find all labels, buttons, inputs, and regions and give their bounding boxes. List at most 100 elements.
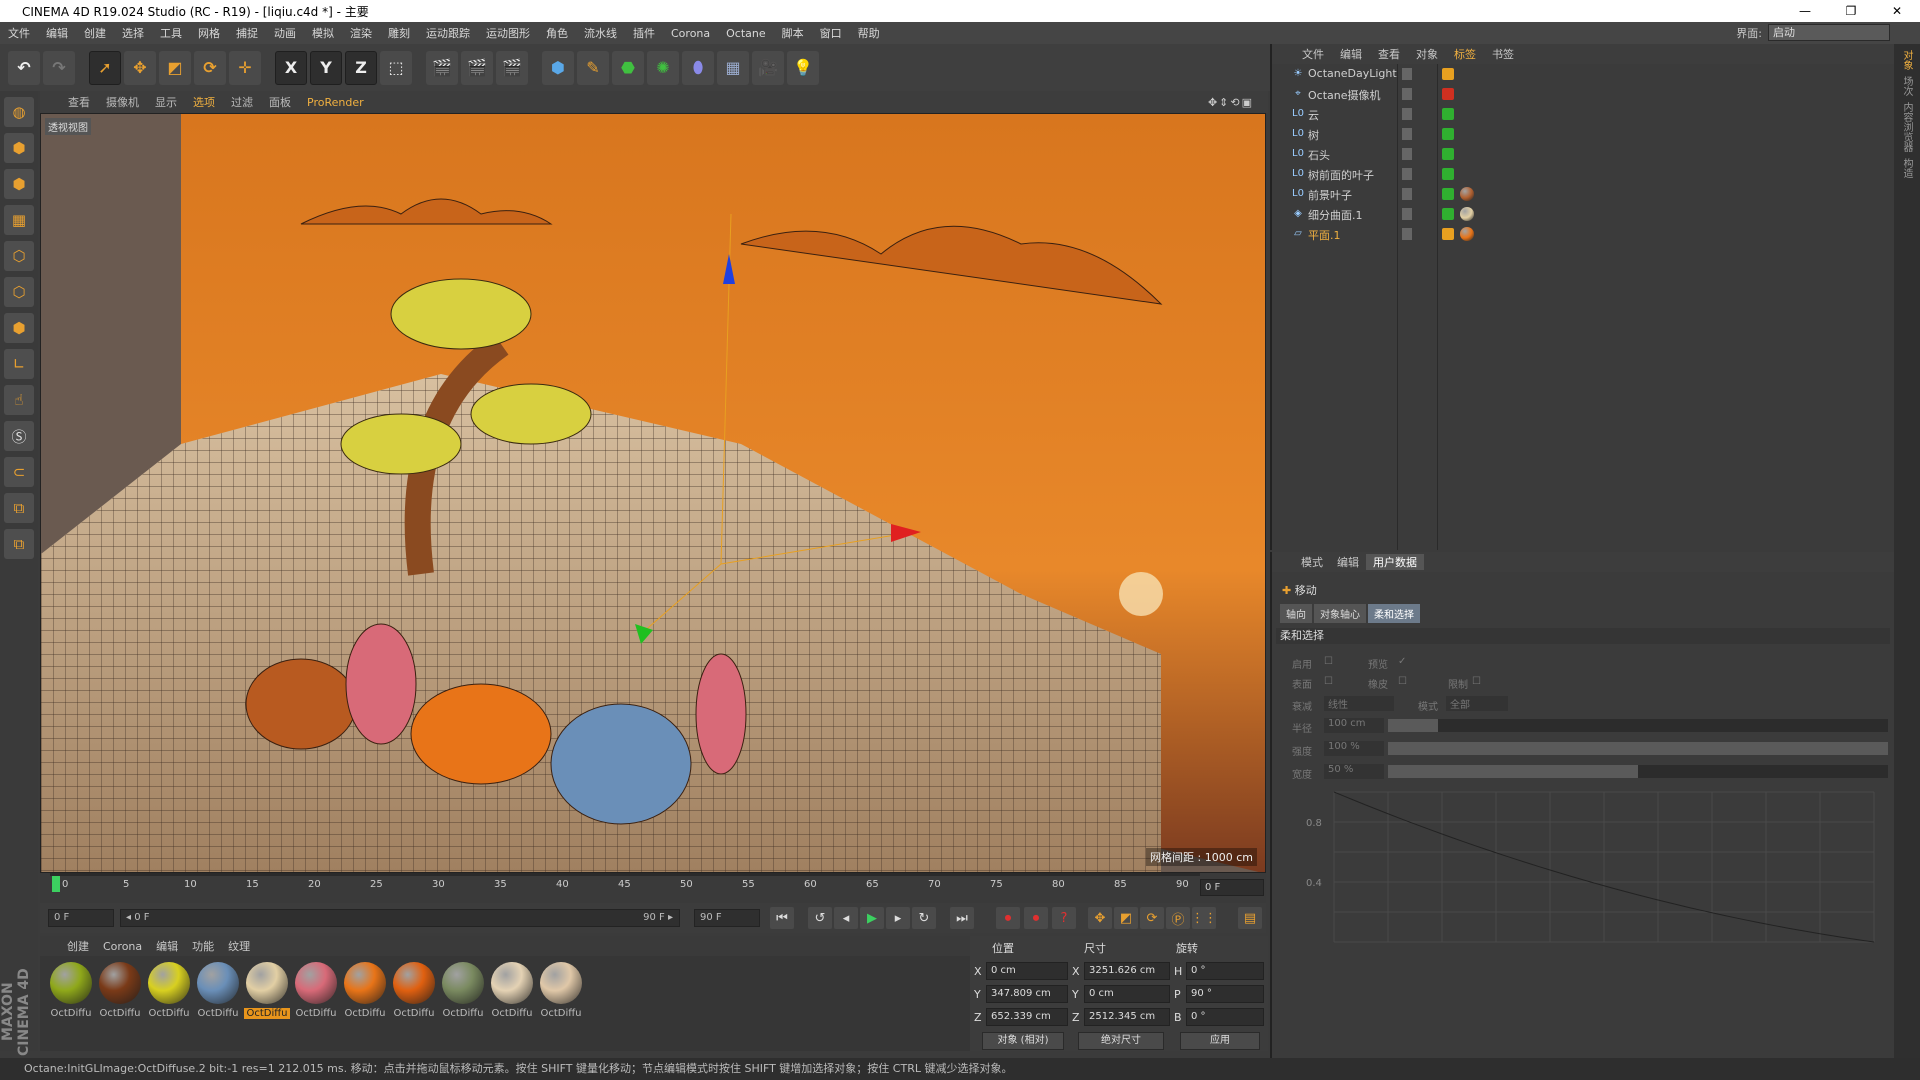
coord-mode-select[interactable]: 对象 (相对) <box>982 1032 1064 1050</box>
timeline-ruler[interactable]: 0 5 10 15 20 25 30 35 40 45 50 55 60 65 … <box>50 873 1200 901</box>
material-swatch[interactable]: OctDiffu <box>195 962 241 1019</box>
material-swatch[interactable]: OctDiffu <box>342 962 388 1019</box>
object-row[interactable]: ☀ OctaneDayLight <box>1272 64 1896 84</box>
autokey-icon[interactable]: ⏺ <box>1024 907 1048 929</box>
coordinate-system-icon[interactable]: ⬚ <box>380 50 412 85</box>
mat-menu-corona[interactable]: Corona <box>96 940 149 953</box>
transform-tool-icon[interactable]: ✛ <box>229 50 261 85</box>
axis-mode-icon[interactable]: ∟ <box>4 349 34 379</box>
position-x-field[interactable]: 0 cm <box>986 962 1068 980</box>
menu-corona[interactable]: Corona <box>663 27 718 40</box>
lock-z-axis-button[interactable]: Z <box>345 50 377 85</box>
vp-menu-view[interactable]: 查看 <box>60 94 98 110</box>
make-editable-icon[interactable]: ◍ <box>4 97 34 127</box>
object-row[interactable]: L0 树前面的叶子 <box>1272 164 1896 184</box>
render-view-icon[interactable]: 🎬 <box>426 50 458 85</box>
play-icon[interactable]: ▶ <box>860 907 884 929</box>
menu-character[interactable]: 角色 <box>538 25 576 41</box>
prev-key-icon[interactable]: ↺ <box>808 907 832 929</box>
lock-icon[interactable]: ⧉ <box>4 529 34 559</box>
tab-structure-vertical[interactable]: 构造 <box>1900 158 1914 178</box>
position-z-field[interactable]: 652.339 cm <box>986 1008 1068 1026</box>
strength-field[interactable]: 100 % <box>1324 741 1384 756</box>
close-button[interactable]: ✕ <box>1874 0 1920 22</box>
menu-pipeline[interactable]: 流水线 <box>576 25 625 41</box>
perspective-viewport[interactable]: 透视视图 网格间距 : 1000 cm <box>40 113 1266 873</box>
menu-window[interactable]: 窗口 <box>812 25 850 41</box>
menu-file[interactable]: 文件 <box>0 25 38 41</box>
undo-icon[interactable]: ↶ <box>8 50 40 85</box>
material-swatch[interactable]: OctDiffu <box>244 962 290 1019</box>
visibility-toggle[interactable] <box>1402 108 1412 120</box>
camera-icon[interactable]: 🎥 <box>752 50 784 85</box>
visibility-toggle[interactable] <box>1402 188 1412 200</box>
light-icon[interactable]: 💡 <box>787 50 819 85</box>
vp-menu-display[interactable]: 显示 <box>147 94 185 110</box>
polygons-mode-icon[interactable]: ⬢ <box>4 313 34 343</box>
material-tag-icon[interactable] <box>1460 187 1474 201</box>
texture-mode-icon[interactable]: ⬢ <box>4 169 34 199</box>
points-mode-icon[interactable]: ⬡ <box>4 241 34 271</box>
tag-icon[interactable] <box>1442 168 1454 180</box>
width-field[interactable]: 50 % <box>1324 764 1384 779</box>
goto-start-icon[interactable]: ⏮ <box>770 907 794 929</box>
goto-end-icon[interactable]: ⏭ <box>950 907 974 929</box>
model-mode-icon[interactable]: ⬢ <box>4 133 34 163</box>
tab-takes-vertical[interactable]: 场次 <box>1900 76 1914 96</box>
rotation-b-field[interactable]: 0 ° <box>1186 1008 1264 1026</box>
tag-icon[interactable] <box>1442 188 1454 200</box>
visibility-toggle[interactable] <box>1402 228 1412 240</box>
rotation-p-field[interactable]: 90 ° <box>1186 985 1264 1003</box>
apply-button[interactable]: 应用 <box>1180 1032 1260 1050</box>
size-mode-select[interactable]: 绝对尺寸 <box>1078 1032 1164 1050</box>
falloff-curve-graph[interactable]: 0.00.10.20.30.40.50.60.70.80.91.00.80.4 <box>1302 784 1892 944</box>
tab-objects-vertical[interactable]: 对象 <box>1900 50 1914 70</box>
menu-sculpt[interactable]: 雕刻 <box>380 25 418 41</box>
menu-help[interactable]: 帮助 <box>850 25 888 41</box>
menu-simulate[interactable]: 模拟 <box>304 25 342 41</box>
visibility-toggle[interactable] <box>1402 88 1412 100</box>
keyframe-selection-icon[interactable]: ? <box>1052 907 1076 929</box>
om-menu-view[interactable]: 查看 <box>1370 46 1408 62</box>
lock-y-axis-button[interactable]: Y <box>310 50 342 85</box>
current-frame-field[interactable]: 0 F <box>1200 879 1264 896</box>
tab-content-browser-vertical[interactable]: 内容浏览器 <box>1900 102 1914 152</box>
menu-tools[interactable]: 工具 <box>152 25 190 41</box>
move-tool-icon[interactable]: ✥ <box>124 50 156 85</box>
tag-icon[interactable] <box>1442 108 1454 120</box>
material-swatch[interactable]: OctDiffu <box>440 962 486 1019</box>
menu-render[interactable]: 渲染 <box>342 25 380 41</box>
key-pla-icon[interactable]: ⋮⋮ <box>1191 907 1217 929</box>
om-menu-tags[interactable]: 标签 <box>1446 46 1484 62</box>
preview-checkbox[interactable]: ✓ <box>1398 656 1406 667</box>
tag-icon[interactable] <box>1442 68 1454 80</box>
strength-slider[interactable] <box>1388 742 1888 755</box>
tab-object-axis[interactable]: 对象轴心 <box>1314 604 1366 623</box>
material-tag-icon[interactable] <box>1460 227 1474 241</box>
om-menu-object[interactable]: 对象 <box>1408 46 1446 62</box>
object-row[interactable]: L0 前景叶子 <box>1272 184 1896 204</box>
menu-mograph[interactable]: 运动图形 <box>478 25 538 41</box>
mat-menu-create[interactable]: 创建 <box>60 938 96 954</box>
falloff-select[interactable]: 线性 <box>1324 696 1394 711</box>
am-menu-edit[interactable]: 编辑 <box>1330 554 1366 570</box>
vp-menu-options[interactable]: 选项 <box>185 94 223 110</box>
object-row[interactable]: L0 树 <box>1272 124 1896 144</box>
record-icon[interactable]: ⏺ <box>996 907 1020 929</box>
position-y-field[interactable]: 347.809 cm <box>986 985 1068 1003</box>
rotate-tool-icon[interactable]: ⟳ <box>194 50 226 85</box>
range-slider[interactable]: ◂ 0 F 90 F ▸ <box>120 909 680 927</box>
limit-checkbox[interactable]: ☐ <box>1472 676 1481 687</box>
material-swatch[interactable]: OctDiffu <box>293 962 339 1019</box>
tag-icon[interactable] <box>1442 208 1454 220</box>
material-swatch[interactable]: OctDiffu <box>146 962 192 1019</box>
material-swatch[interactable]: OctDiffu <box>538 962 584 1019</box>
menu-animate[interactable]: 动画 <box>266 25 304 41</box>
vp-menu-prorender[interactable]: ProRender <box>299 96 372 109</box>
tag-icon[interactable] <box>1442 228 1454 240</box>
vp-menu-camera[interactable]: 摄像机 <box>98 94 147 110</box>
width-slider[interactable] <box>1388 765 1888 778</box>
viewport-nav-icons[interactable]: ✥⇕⟲▣ <box>1200 96 1262 109</box>
grid-snap-icon[interactable]: ⧉ <box>4 493 34 523</box>
material-swatch[interactable]: OctDiffu <box>489 962 535 1019</box>
